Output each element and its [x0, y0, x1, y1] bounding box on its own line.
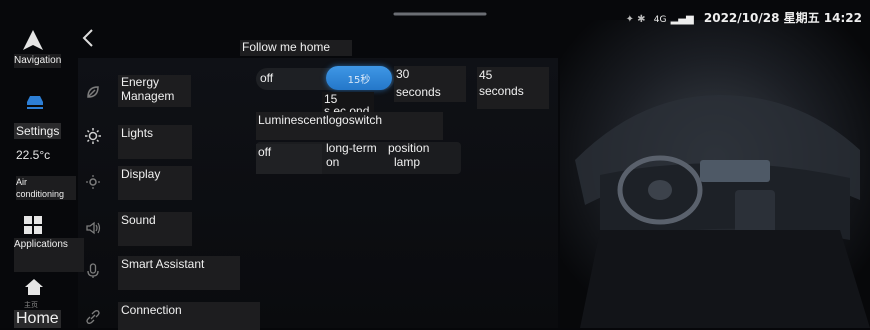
home-icon[interactable]	[24, 278, 44, 296]
menu-item-energy-line2: Managem	[121, 89, 175, 103]
menu-item-connection[interactable]: Connection	[118, 302, 260, 330]
back-chevron-icon[interactable]	[82, 28, 94, 48]
menu-item-lights[interactable]: Lights	[118, 125, 192, 159]
menu-item-display[interactable]: Display	[118, 166, 192, 200]
apps-grid-icon[interactable]	[24, 216, 42, 234]
navigation-arrow-icon[interactable]	[22, 29, 44, 51]
temperature-value[interactable]: 22.5°c	[16, 149, 50, 161]
follow-me-home-title: Follow me home	[240, 40, 352, 56]
logo-switch-position-lamp-option[interactable]: position lamp	[386, 140, 462, 176]
microphone-icon	[87, 263, 99, 278]
follow-me-home-selected-badge: 15秒	[347, 75, 371, 86]
nav-item-settings[interactable]: Settings	[14, 123, 62, 139]
sun-small-icon	[86, 175, 100, 189]
menu-item-energy-management[interactable]: Energy Managem	[118, 75, 191, 107]
logo-switch-off-option[interactable]: off	[256, 144, 322, 174]
menu-item-smart-assistant[interactable]: Smart Assistant	[118, 256, 240, 290]
position-lamp-line1: position	[388, 141, 430, 155]
long-term-line2: on	[326, 155, 340, 169]
follow-me-home-option-45s[interactable]: 45 seconds	[477, 67, 549, 109]
follow-me-home-option-30s[interactable]: 30 seconds	[394, 66, 466, 102]
nav-item-air-conditioning[interactable]: Air conditioning	[16, 176, 76, 200]
signal-icon: ✦ ✱	[625, 14, 646, 25]
menu-item-sound[interactable]: Sound	[118, 212, 192, 246]
speaker-icon	[86, 221, 101, 235]
option-30s-line2: seconds	[396, 85, 441, 99]
leaf-icon	[87, 86, 99, 98]
network-indicator: 4G	[653, 15, 667, 25]
nav-item-applications[interactable]: Applications	[14, 238, 84, 272]
nav-item-home[interactable]: Home	[14, 310, 61, 328]
nav-item-navigation[interactable]: Navigation	[14, 54, 62, 68]
follow-me-home-off-option[interactable]: off	[258, 70, 324, 92]
datetime: 2022/10/28 星期五 14:22	[703, 11, 862, 25]
car-icon[interactable]	[24, 94, 46, 112]
menu-item-energy-line1: Energy	[121, 75, 160, 89]
long-term-line1: long-term	[326, 141, 377, 155]
position-lamp-line2: lamp	[394, 155, 421, 169]
status-bar: ✦ ✱ 4G ▂▄▆ 2022/10/28 星期五 14:22	[626, 9, 862, 26]
logo-switch-title: Luminescentlogoswitch	[256, 112, 443, 140]
sun-icon	[85, 128, 101, 144]
option-30s-line1: 30	[396, 67, 410, 81]
left-nav-rail: Navigation Settings 22.5°c Air condition…	[0, 20, 84, 328]
link-icon	[86, 310, 100, 324]
option-45s-line1: 45	[479, 68, 493, 82]
option-45s-line2: seconds	[479, 84, 524, 98]
logo-switch-long-term-on-option[interactable]: long-term on	[324, 140, 390, 176]
signal-bars-icon: ▂▄▆	[670, 14, 694, 25]
